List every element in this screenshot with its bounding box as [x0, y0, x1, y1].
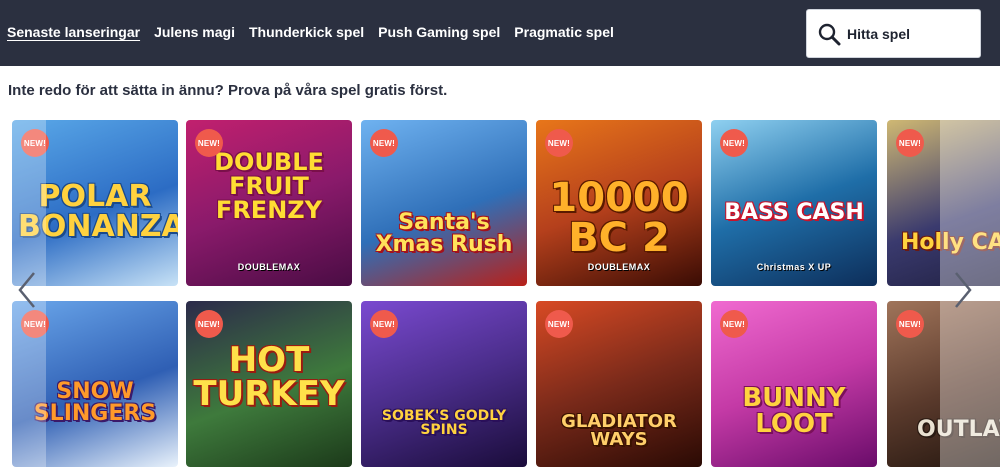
game-tile-sobeks-godly-spins[interactable]: NEW! SOBEK'S GODLY SPINS	[361, 301, 527, 467]
game-title: BUNNY LOOT	[742, 383, 846, 439]
game-tile-gladiator-ways[interactable]: NEW! GLADIATOR WAYS	[536, 301, 702, 467]
game-title: SOBEK'S GODLY SPINS	[381, 408, 507, 438]
new-badge: NEW!	[545, 129, 573, 157]
game-subtitle: DOUBLEMAX	[587, 262, 651, 272]
nav-item-julens-magi[interactable]: Julens magi	[154, 24, 235, 40]
new-badge: NEW!	[195, 129, 223, 157]
game-tile-santas-xmas-rush[interactable]: NEW! Santa's Xmas Rush	[361, 120, 527, 286]
nav-item-pragmatic[interactable]: Pragmatic spel	[514, 24, 614, 40]
nav-item-push-gaming[interactable]: Push Gaming spel	[378, 24, 500, 40]
game-title: 10000 BC 2	[549, 175, 689, 261]
nav-item-thunderkick[interactable]: Thunderkick spel	[249, 24, 364, 40]
search-label: Hitta spel	[847, 25, 911, 42]
new-badge: NEW!	[720, 310, 748, 338]
chevron-right-icon	[955, 272, 972, 308]
new-badge: NEW!	[896, 129, 924, 157]
game-subtitle: Christmas X UP	[756, 262, 832, 272]
search-button[interactable]: Hitta spel	[806, 9, 981, 58]
game-title: HOT TURKEY	[193, 340, 345, 414]
game-tile-hot-turkey[interactable]: NEW! HOT TURKEY	[186, 301, 352, 467]
top-navigation-bar: Senaste lanseringar Julens magi Thunderk…	[0, 0, 1000, 66]
chevron-left-icon	[18, 272, 35, 308]
game-title: GLADIATOR WAYS	[561, 411, 677, 450]
game-tile-bass-cash-christmas[interactable]: NEW! BASS CASH Christmas X UP	[711, 120, 877, 286]
game-title: BASS CASH	[724, 200, 864, 225]
new-badge: NEW!	[545, 310, 573, 338]
new-badge: NEW!	[720, 129, 748, 157]
carousel-next-button[interactable]	[945, 260, 981, 320]
game-tile-bunny-loot[interactable]: NEW! BUNNY LOOT	[711, 301, 877, 467]
search-icon	[818, 23, 841, 45]
game-subtitle: DOUBLEMAX	[237, 262, 301, 272]
game-title: DOUBLE FRUIT FRENZY	[214, 148, 324, 224]
nav-item-senaste-lanseringar[interactable]: Senaste lanseringar	[7, 24, 140, 40]
game-grid: NEW!OUTLAWNEW!BUNNY LOOTNEW!GLADIATOR WA…	[0, 120, 1000, 471]
new-badge: NEW!	[195, 310, 223, 338]
category-nav: Senaste lanseringar Julens magi Thunderk…	[7, 24, 614, 40]
new-badge: NEW!	[370, 129, 398, 157]
game-tile-10000-bc-2[interactable]: NEW! 10000 BC 2 DOUBLEMAX	[536, 120, 702, 286]
new-badge: NEW!	[370, 310, 398, 338]
game-title: Santa's Xmas Rush	[375, 210, 513, 257]
carousel-prev-button[interactable]	[9, 260, 45, 320]
new-badge: NEW!	[896, 310, 924, 338]
page-tagline: Inte redo för att sätta in ännu? Prova p…	[8, 82, 448, 99]
game-tile-double-fruit-frenzy[interactable]: NEW! DOUBLE FRUIT FRENZY DOUBLEMAX	[186, 120, 352, 286]
